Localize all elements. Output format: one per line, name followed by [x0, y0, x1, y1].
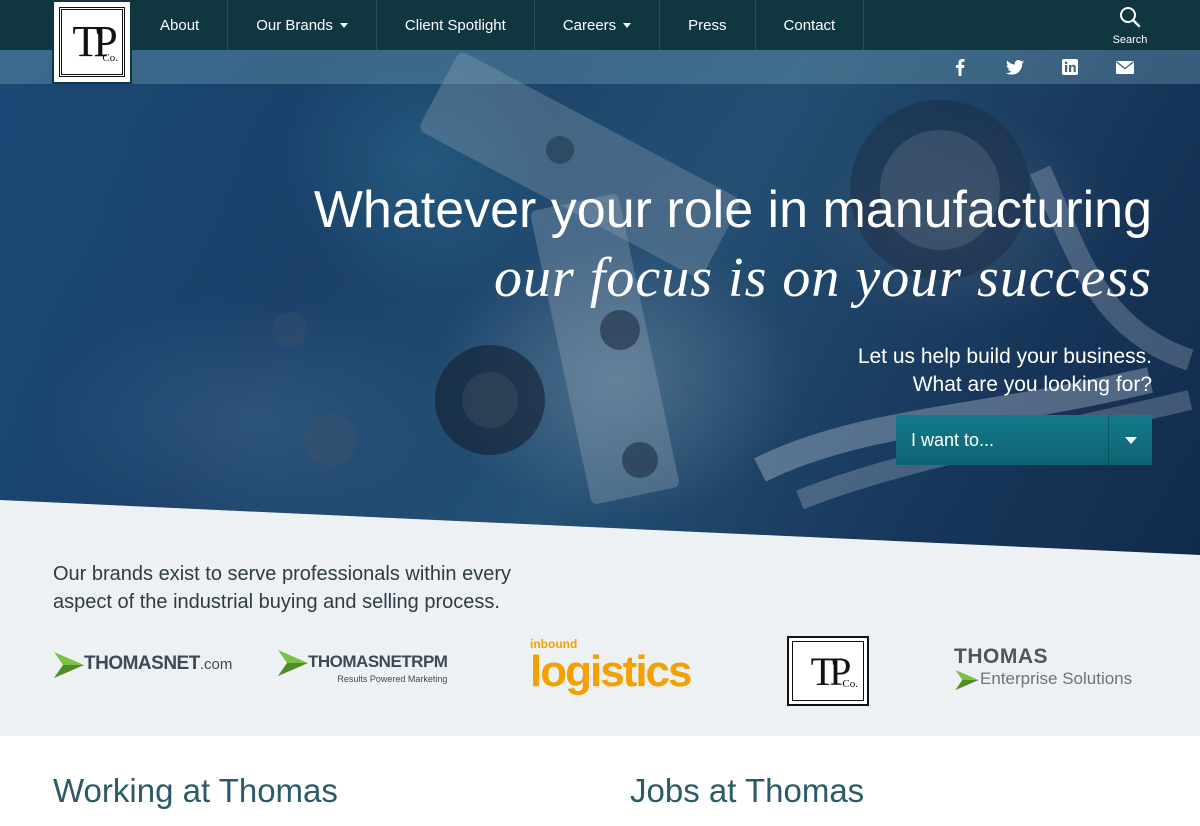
nav-item-label: Client Spotlight [404, 16, 506, 34]
site-logo[interactable]: TP Co. [52, 0, 132, 84]
brand-word: THOMASNET [308, 652, 412, 672]
nav-item-label: Press [688, 16, 727, 34]
brand-inbound-logistics-logo[interactable]: inbound logistics [530, 638, 692, 696]
tpco-frame: TP Co. [787, 636, 869, 706]
search-icon [1120, 7, 1141, 28]
tpco-suffix: Co. [842, 678, 858, 690]
brand-thomasnet-logo[interactable]: THOMASNET.com [54, 652, 232, 678]
green-arrow-icon [955, 669, 979, 690]
nav-item-label: About [160, 16, 200, 34]
brand-suffix: .com [199, 656, 233, 674]
brand-accent: RPM [411, 652, 448, 672]
nav-item-label: Our Brands [256, 16, 333, 34]
jobs-at-thomas-heading: Jobs at Thomas [630, 772, 865, 809]
dropdown-toggle[interactable] [1108, 415, 1152, 465]
dropdown-value: I want to... [911, 429, 995, 450]
brand-tpco-logo[interactable]: TP Co. [787, 636, 869, 706]
green-arrow-icon [278, 650, 308, 676]
twitter-icon[interactable] [1004, 58, 1026, 76]
brand-word: THOMAS [954, 645, 1048, 668]
nav-item-press[interactable]: Press [660, 0, 756, 50]
nav-item-contact[interactable]: Contact [756, 0, 865, 50]
nav-item-client-spotlight[interactable]: Client Spotlight [377, 0, 535, 50]
nav-item-careers[interactable]: Careers [535, 0, 661, 50]
brand-subtitle: Enterprise Solutions [980, 669, 1133, 688]
caret-down-icon [339, 22, 348, 28]
brands-intro: Our brands exist to serve professionals … [53, 563, 511, 613]
green-arrow-icon [54, 652, 84, 678]
main-nav: About Our Brands Client Spotlight Career… [132, 0, 865, 50]
tpco-inner-frame: TP Co. [792, 641, 864, 701]
caret-down-icon [623, 22, 632, 28]
email-icon[interactable] [1114, 58, 1136, 76]
i-want-to-dropdown[interactable]: I want to... [896, 415, 1152, 465]
search-label: Search [1112, 34, 1148, 46]
nav-item-about[interactable]: About [132, 0, 229, 50]
logo-frame: TP Co. [59, 7, 125, 77]
hero-help-text: Let us help build your business. [857, 345, 1152, 368]
hero-tagline: our focus is on your success [494, 247, 1152, 309]
linkedin-icon[interactable] [1059, 58, 1081, 76]
brand-thomas-enterprise-logo[interactable]: THOMAS Enterprise Solutions [954, 645, 1132, 690]
brand-big: logistics [530, 647, 692, 696]
hero-help-question: What are you looking for? [912, 373, 1152, 396]
tpco-letters: TP [810, 648, 852, 694]
brand-thomasnet-rpm-logo[interactable]: THOMASNETRPM Results Powered Marketing [278, 650, 448, 684]
working-at-thomas-heading: Working at Thomas [53, 772, 338, 809]
search-button[interactable]: Search [1106, 6, 1154, 46]
facebook-icon[interactable] [949, 58, 971, 76]
logo-suffix: Co. [102, 52, 118, 64]
nav-item-label: Careers [562, 16, 617, 34]
nav-item-our-brands[interactable]: Our Brands [228, 0, 377, 50]
brand-word: THOMASNET [84, 653, 200, 675]
hero-headline: Whatever your role in manufacturing [313, 181, 1152, 239]
nav-item-label: Contact [783, 16, 836, 34]
chevron-down-icon [1124, 436, 1137, 444]
